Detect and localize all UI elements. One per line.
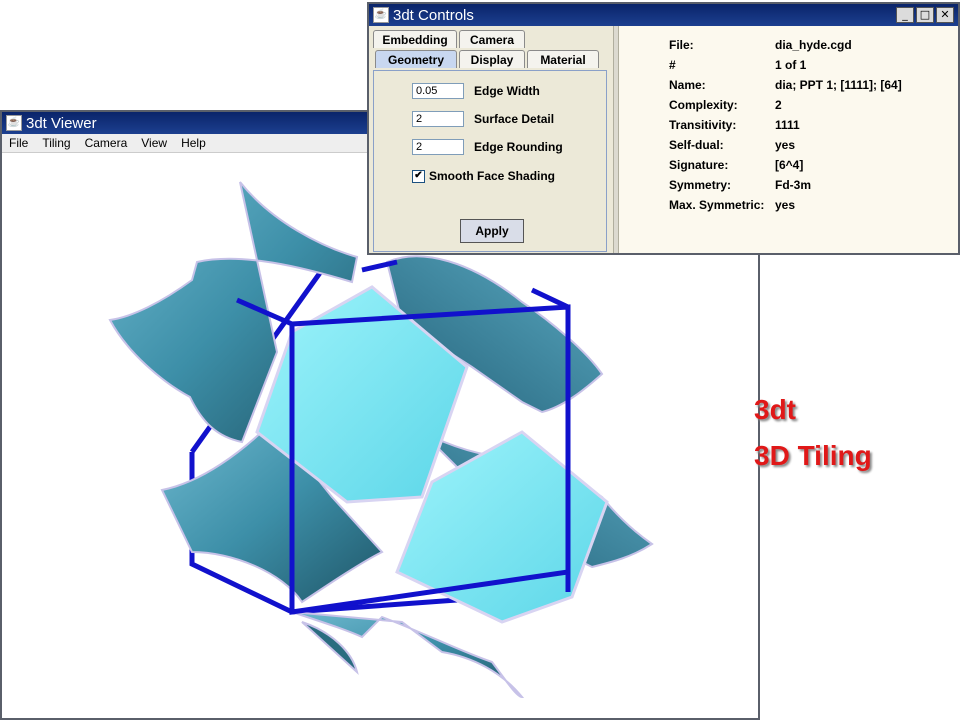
info-key: Symmetry:	[669, 178, 732, 192]
smooth-shading-row: ✔ Smooth Face Shading	[412, 169, 555, 183]
controls-title: 3dt Controls	[393, 6, 474, 24]
info-row-name: Name: dia; PPT 1; [1111]; [64]	[669, 78, 902, 92]
info-key: Self-dual:	[669, 138, 724, 152]
info-row-transitivity: Transitivity: 1111	[669, 118, 800, 132]
info-row-self-dual: Self-dual: yes	[669, 138, 795, 152]
menu-tiling[interactable]: Tiling	[35, 136, 77, 150]
info-value: yes	[775, 198, 796, 212]
menu-camera[interactable]: Camera	[78, 136, 135, 150]
info-row-number: #1 of 1	[669, 58, 806, 72]
info-key: File:	[669, 38, 694, 52]
surface-detail-row: Surface Detail	[412, 111, 554, 127]
edge-width-label: Edge Width	[474, 84, 540, 98]
info-value: 1 of 1	[775, 58, 807, 72]
info-key: Name:	[669, 78, 706, 92]
java-icon: ☕	[373, 7, 389, 23]
java-icon: ☕	[6, 115, 22, 131]
tab-camera[interactable]: Camera	[459, 30, 525, 48]
info-value: dia; PPT 1; [1111]; [64]	[775, 78, 902, 92]
close-button[interactable]: ✕	[936, 7, 954, 23]
info-value: dia_hyde.cgd	[775, 38, 852, 52]
controls-titlebar[interactable]: ☕ 3dt Controls _ □ ✕	[369, 4, 958, 26]
info-key: Signature:	[669, 158, 729, 172]
edge-width-input[interactable]	[412, 83, 464, 99]
settings-panel: Embedding Camera Geometry Display Materi…	[369, 26, 613, 253]
tab-embedding[interactable]: Embedding	[373, 30, 457, 48]
smooth-shading-checkbox[interactable]: ✔	[412, 169, 425, 183]
tab-geometry[interactable]: Geometry	[375, 50, 457, 68]
minimize-button[interactable]: _	[896, 7, 914, 23]
edge-rounding-label: Edge Rounding	[474, 140, 563, 154]
maximize-button[interactable]: □	[916, 7, 934, 23]
controls-window: ☕ 3dt Controls _ □ ✕ Embedding Camera Ge…	[367, 2, 960, 255]
geometry-tab-panel: Edge Width Surface Detail Edge Rounding …	[373, 70, 607, 252]
info-value: yes	[775, 138, 796, 152]
caption-3dt: 3dt	[754, 394, 796, 425]
info-row-max-symmetric: Max. Symmetric: yes	[669, 198, 795, 212]
caption-3d-tiling: 3D Tiling	[754, 440, 872, 471]
surface-detail-input[interactable]	[412, 111, 464, 127]
info-row-file: File: dia_hyde.cgd	[669, 38, 852, 52]
surface-detail-label: Surface Detail	[474, 112, 555, 126]
info-value: 2	[775, 98, 782, 112]
viewer-title: 3dt Viewer	[26, 114, 97, 132]
menu-view[interactable]: View	[134, 136, 174, 150]
tab-material[interactable]: Material	[527, 50, 599, 68]
menu-help[interactable]: Help	[174, 136, 213, 150]
info-row-symmetry: Symmetry: Fd-3m	[669, 178, 811, 192]
edge-rounding-row: Edge Rounding	[412, 139, 563, 155]
info-key: Max. Symmetric:	[669, 198, 765, 212]
tab-display[interactable]: Display	[459, 50, 525, 68]
edge-rounding-input[interactable]	[412, 139, 464, 155]
tiling-info-panel: File: dia_hyde.cgd #1 of 1 Name: dia; PPT …	[619, 26, 958, 253]
info-row-complexity: Complexity: 2	[669, 98, 782, 112]
info-value: [6^4]	[775, 158, 804, 172]
apply-button[interactable]: Apply	[460, 219, 524, 243]
info-row-signature: Signature: [6^4]	[669, 158, 803, 172]
info-key: Transitivity:	[669, 118, 737, 132]
info-key: Complexity:	[669, 98, 738, 112]
info-key: #	[669, 58, 676, 72]
smooth-shading-label: Smooth Face Shading	[429, 169, 556, 183]
menu-file[interactable]: File	[2, 136, 35, 150]
edge-width-row: Edge Width	[412, 83, 540, 99]
info-value: Fd-3m	[775, 178, 811, 192]
info-value: 1111	[775, 118, 800, 132]
